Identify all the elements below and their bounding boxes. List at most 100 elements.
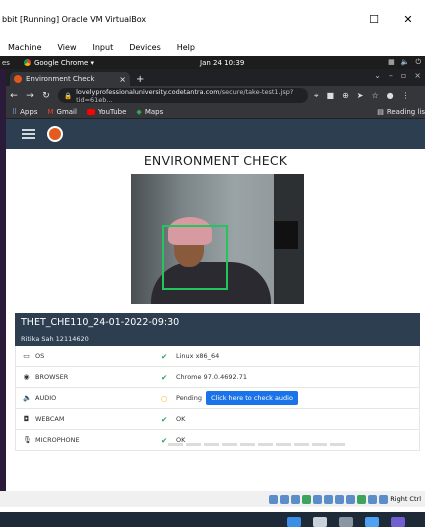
menu-view[interactable]: View (50, 43, 85, 52)
menu-dots-icon[interactable]: ⋮ (402, 91, 410, 101)
app-menu[interactable]: Google Chrome ▾ (10, 59, 94, 67)
cpu-icon[interactable] (357, 494, 367, 504)
tab-strip: Environment Check × + ⌄ – ▫ × (6, 69, 425, 86)
teams-icon[interactable] (391, 517, 405, 527)
optical-drive-icon[interactable] (280, 494, 290, 504)
hdd-icon[interactable] (269, 494, 279, 504)
check-label: MICROPHONE (35, 436, 80, 444)
check-row-microphone: 🎙 MICROPHONE ✔ OK (15, 430, 420, 451)
back-icon[interactable]: ← (6, 91, 22, 101)
menu-help[interactable]: Help (169, 43, 203, 52)
check-row-audio: 🔈 AUDIO ○ Pending Click here to check aud… (15, 388, 420, 409)
check-ok-icon: ✔ (161, 372, 168, 382)
lock-icon: 🔒 (64, 91, 73, 100)
bookmark-youtube[interactable]: YouTube (86, 107, 127, 116)
location-icon[interactable]: ⌖ (314, 91, 319, 101)
test-info-header: THET_CHE110_24-01-2022-09:30 Ritika Sah … (15, 313, 420, 346)
menu-input[interactable]: Input (84, 43, 121, 52)
power-icon: ⏻ (415, 58, 421, 66)
menu-machine[interactable]: Machine (0, 43, 50, 52)
camera-icon: ◘ (23, 415, 30, 423)
check-ok-icon: ✔ (161, 351, 168, 361)
profile-icon[interactable]: ● (387, 91, 394, 101)
maps-icon: ◆ (136, 107, 142, 116)
chrome-window: Environment Check × + ⌄ – ▫ × ← → ↻ 🔒 lo… (6, 69, 425, 491)
system-tray[interactable]: ▦ 🔈 ⏻ (388, 58, 421, 67)
usb-icon[interactable] (313, 494, 323, 504)
user-name: Ritika Sah 12114620 (21, 335, 89, 343)
tab-search-icon[interactable]: ⌄ (374, 71, 381, 80)
bookmarks-bar: ⠿ Apps M Gmail YouTube ◆ Maps ▤ Reading … (6, 105, 425, 119)
volume-icon: 🔈 (400, 58, 410, 66)
check-label: OS (35, 352, 45, 360)
hamburger-menu-icon[interactable] (22, 129, 35, 139)
display-icon[interactable] (335, 494, 345, 504)
app-menu-label: Google Chrome ▾ (33, 58, 95, 67)
search-icon[interactable] (313, 517, 327, 527)
reading-list[interactable]: ▤ Reading lis (377, 108, 425, 116)
check-value: Pending (176, 394, 202, 402)
audio-icon[interactable] (291, 494, 301, 504)
page-title: ENVIRONMENT CHECK (143, 153, 288, 168)
check-row-webcam: ◘ WEBCAM ✔ OK (15, 409, 420, 430)
tab-close-icon[interactable]: × (119, 75, 126, 84)
address-bar[interactable]: 🔒 lovelyprofessionaluniversity.codetantr… (58, 87, 308, 104)
recording-icon[interactable] (346, 494, 356, 504)
task-view-icon[interactable] (339, 517, 353, 527)
new-tab-button[interactable]: + (136, 74, 144, 85)
activities-button[interactable]: es (0, 59, 10, 67)
bookmark-maps[interactable]: ◆ Maps (136, 108, 163, 116)
start-icon[interactable] (287, 517, 301, 527)
host-key-label: Right Ctrl (390, 495, 421, 503)
vbox-menubar: Machine View Input Devices Help (0, 38, 425, 56)
vbox-title: bbit [Running] Oracle VM VirtualBox (2, 14, 147, 24)
camera-indicator-icon[interactable]: ■ (327, 91, 335, 101)
menu-devices[interactable]: Devices (121, 43, 169, 52)
vbox-statusbar: Right Ctrl (0, 491, 425, 507)
zoom-icon[interactable]: ⊕ (342, 91, 349, 101)
bookmark-gmail-label: Gmail (56, 107, 77, 116)
test-name: THET_CHE110_24-01-2022-09:30 (21, 317, 180, 328)
close-window-icon[interactable]: × (414, 71, 421, 80)
apps-grid-icon: ⠿ (12, 107, 18, 116)
shared-folder-icon[interactable] (324, 494, 334, 504)
host-taskbar (0, 512, 425, 527)
bookmark-youtube-label: YouTube (97, 107, 127, 116)
toolbar-extensions: ⌖ ■ ⊕ ➤ ☆ ● ⋮ (314, 91, 410, 101)
check-label: WEBCAM (35, 415, 65, 423)
check-audio-button[interactable]: Click here to check audio (205, 391, 298, 405)
widgets-icon[interactable] (365, 517, 379, 527)
bookmark-apps-label: Apps (20, 107, 38, 116)
minimize-icon[interactable]: – (389, 71, 393, 80)
maximize-button[interactable]: ☐ (357, 0, 391, 38)
face-detection-box (162, 225, 228, 290)
network-status-icon[interactable] (302, 494, 312, 504)
audio-level-meter (168, 443, 345, 446)
share-icon[interactable]: ➤ (357, 91, 364, 101)
forward-icon[interactable]: → (22, 91, 38, 101)
reading-list-icon: ▤ (377, 107, 384, 116)
clock[interactable]: Jan 24 10:39 (200, 59, 244, 67)
check-row-browser: ◉ BROWSER ✔ Chrome 97.0.4692.71 (15, 367, 420, 388)
restore-icon[interactable]: ▫ (401, 71, 406, 80)
bookmark-star-icon[interactable]: ☆ (371, 91, 378, 101)
window-controls: ☐ ✕ (357, 0, 425, 38)
bookmark-maps-label: Maps (144, 107, 164, 116)
pending-icon: ○ (161, 393, 168, 403)
guest-screen: es Google Chrome ▾ Jan 24 10:39 ▦ 🔈 ⏻ En… (0, 56, 425, 491)
check-value: Chrome 97.0.4692.71 (176, 373, 247, 381)
network-icon: ▦ (388, 58, 395, 66)
close-button[interactable]: ✕ (391, 0, 425, 38)
url-host: lovelyprofessionaluniversity.codetantra.… (76, 87, 220, 96)
vbox-titlebar: bbit [Running] Oracle VM VirtualBox ☐ ✕ (0, 0, 425, 38)
check-row-os: ▭ OS ✔ Linux x86_64 (15, 346, 420, 367)
bookmark-apps[interactable]: ⠿ Apps (12, 108, 37, 116)
bookmark-gmail[interactable]: M Gmail (47, 108, 76, 116)
keyboard-icon[interactable] (379, 494, 389, 504)
dock-edge (0, 69, 6, 491)
reload-icon[interactable]: ↻ (38, 91, 54, 101)
university-logo (47, 126, 63, 142)
chrome-icon (23, 59, 31, 66)
tab-environment-check[interactable]: Environment Check × (10, 72, 130, 86)
mouse-integration-icon[interactable] (368, 494, 378, 504)
